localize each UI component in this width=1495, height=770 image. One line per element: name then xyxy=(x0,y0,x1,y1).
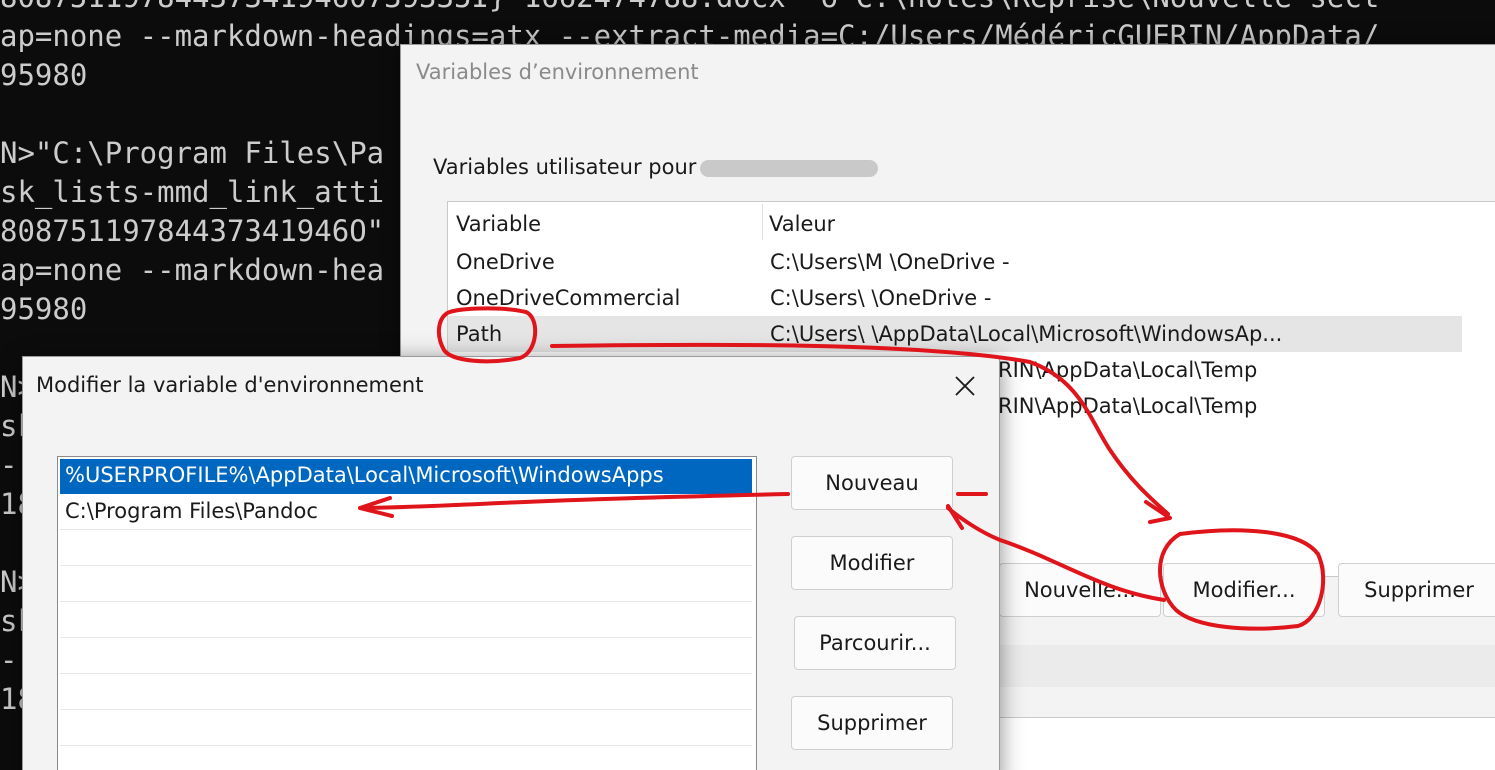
user-variables-label-text: Variables utilisateur pour xyxy=(433,155,697,179)
variable-name: OneDrive xyxy=(456,250,555,274)
user-variable-row[interactable]: OneDrive C:\Users\M \OneDrive - xyxy=(448,244,1462,280)
path-entry-text: C:\Program Files\Pandoc xyxy=(65,499,318,523)
screen: 808751197844373419460739335I}-1662474788… xyxy=(0,0,1495,770)
path-entry[interactable] xyxy=(60,531,752,566)
dialog-title: Modifier la variable d'environnement xyxy=(36,373,424,397)
terminal-line: sk_lists-mmd_link_atti xyxy=(0,175,385,209)
path-entry[interactable]: %USERPROFILE%\AppData\Local\Microsoft\Wi… xyxy=(60,459,752,494)
edit-variable-dialog: Modifier la variable d'environnement %US… xyxy=(22,356,1000,770)
window-title: Variables d’environnement xyxy=(416,60,699,84)
column-header-value[interactable]: Valeur xyxy=(769,212,835,236)
close-button[interactable] xyxy=(945,369,985,403)
new-user-variable-button[interactable]: Nouvelle... xyxy=(999,563,1161,617)
delete-user-variable-label: Supprimer xyxy=(1364,578,1474,602)
path-entry[interactable] xyxy=(60,603,752,638)
terminal-line: 95980 xyxy=(0,292,88,326)
column-header-variable[interactable]: Variable xyxy=(456,212,541,236)
user-variable-row[interactable]: OneDriveCommercial C:\Users\ \OneDrive - xyxy=(448,280,1462,316)
delete-entry-label: Supprimer xyxy=(817,711,927,735)
variable-value: RIN\AppData\Local\Temp xyxy=(998,394,1258,418)
path-entry[interactable] xyxy=(60,675,752,710)
variable-value: C:\Users\M \OneDrive - xyxy=(770,250,1010,274)
variable-value: RIN\AppData\Local\Temp xyxy=(998,358,1258,382)
new-entry-label: Nouveau xyxy=(825,471,919,495)
browse-entry-label: Parcourir... xyxy=(819,631,931,655)
path-entry[interactable] xyxy=(60,711,752,746)
dialog-titlebar[interactable]: Modifier la variable d'environnement xyxy=(23,357,999,415)
edit-user-variable-label: Modifier... xyxy=(1192,578,1296,602)
variable-value: C:\Users\ \OneDrive - xyxy=(770,286,992,310)
variable-value: C:\Users\ \AppData\Local\Microsoft\Windo… xyxy=(770,322,1283,346)
terminal-line: 80875119784437341946O" xyxy=(0,214,385,248)
variable-name: Path xyxy=(456,322,503,346)
new-entry-button[interactable]: Nouveau xyxy=(791,456,953,510)
terminal-line: ap=none --markdown-hea xyxy=(0,253,385,287)
delete-user-variable-button[interactable]: Supprimer xyxy=(1338,563,1495,617)
redacted-username xyxy=(700,159,879,177)
column-separator[interactable] xyxy=(762,204,763,240)
path-entry[interactable]: C:\Program Files\Pandoc xyxy=(60,495,752,530)
new-user-variable-label: Nouvelle... xyxy=(1024,578,1136,602)
user-variables-label: Variables utilisateur pour xyxy=(433,155,879,179)
edit-entry-button[interactable]: Modifier xyxy=(791,536,953,590)
path-entry[interactable] xyxy=(60,639,752,674)
terminal-line: 808751197844373419460739335I}-1662474788… xyxy=(0,0,1379,15)
terminal-line: 95980 xyxy=(0,58,88,92)
edit-entry-label: Modifier xyxy=(829,551,915,575)
browse-entry-button[interactable]: Parcourir... xyxy=(794,616,956,670)
path-entry-text: %USERPROFILE%\AppData\Local\Microsoft\Wi… xyxy=(65,463,664,487)
user-variable-row[interactable]: Path C:\Users\ \AppData\Local\Microsoft\W… xyxy=(448,316,1462,352)
variable-name: OneDriveCommercial xyxy=(456,286,681,310)
path-entry[interactable] xyxy=(60,567,752,602)
terminal-line: N>"C:\Program Files\Pa xyxy=(0,136,385,170)
path-entry[interactable] xyxy=(60,747,752,770)
close-icon xyxy=(955,376,975,396)
path-entries-list[interactable]: %USERPROFILE%\AppData\Local\Microsoft\Wi… xyxy=(57,456,757,770)
delete-entry-button[interactable]: Supprimer xyxy=(791,696,953,750)
edit-user-variable-button[interactable]: Modifier... xyxy=(1163,563,1325,617)
